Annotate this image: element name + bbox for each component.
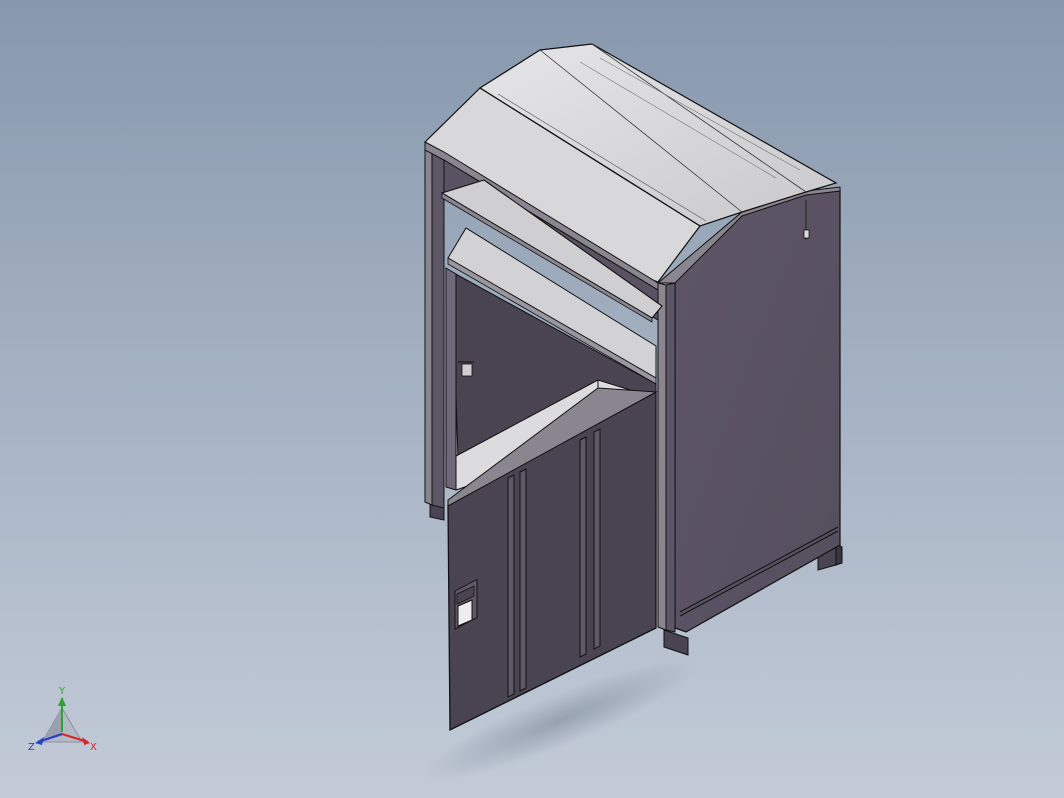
z-axis-label: Z [28, 742, 35, 753]
x-axis-arrow [82, 737, 90, 745]
latch-bracket [461, 363, 473, 377]
right-front-post [657, 282, 676, 633]
interior-left-wall [445, 267, 457, 491]
left-front-post [424, 144, 445, 509]
x-axis-label: X [90, 742, 97, 753]
z-axis-arrow [35, 737, 44, 745]
view-orientation-triad: Y X Z [28, 686, 97, 753]
y-axis-arrow [58, 697, 66, 706]
graphics-viewport[interactable]: Y X Z [0, 0, 1064, 798]
3d-model-view[interactable] [0, 0, 1064, 798]
y-axis-label: Y [58, 686, 66, 697]
